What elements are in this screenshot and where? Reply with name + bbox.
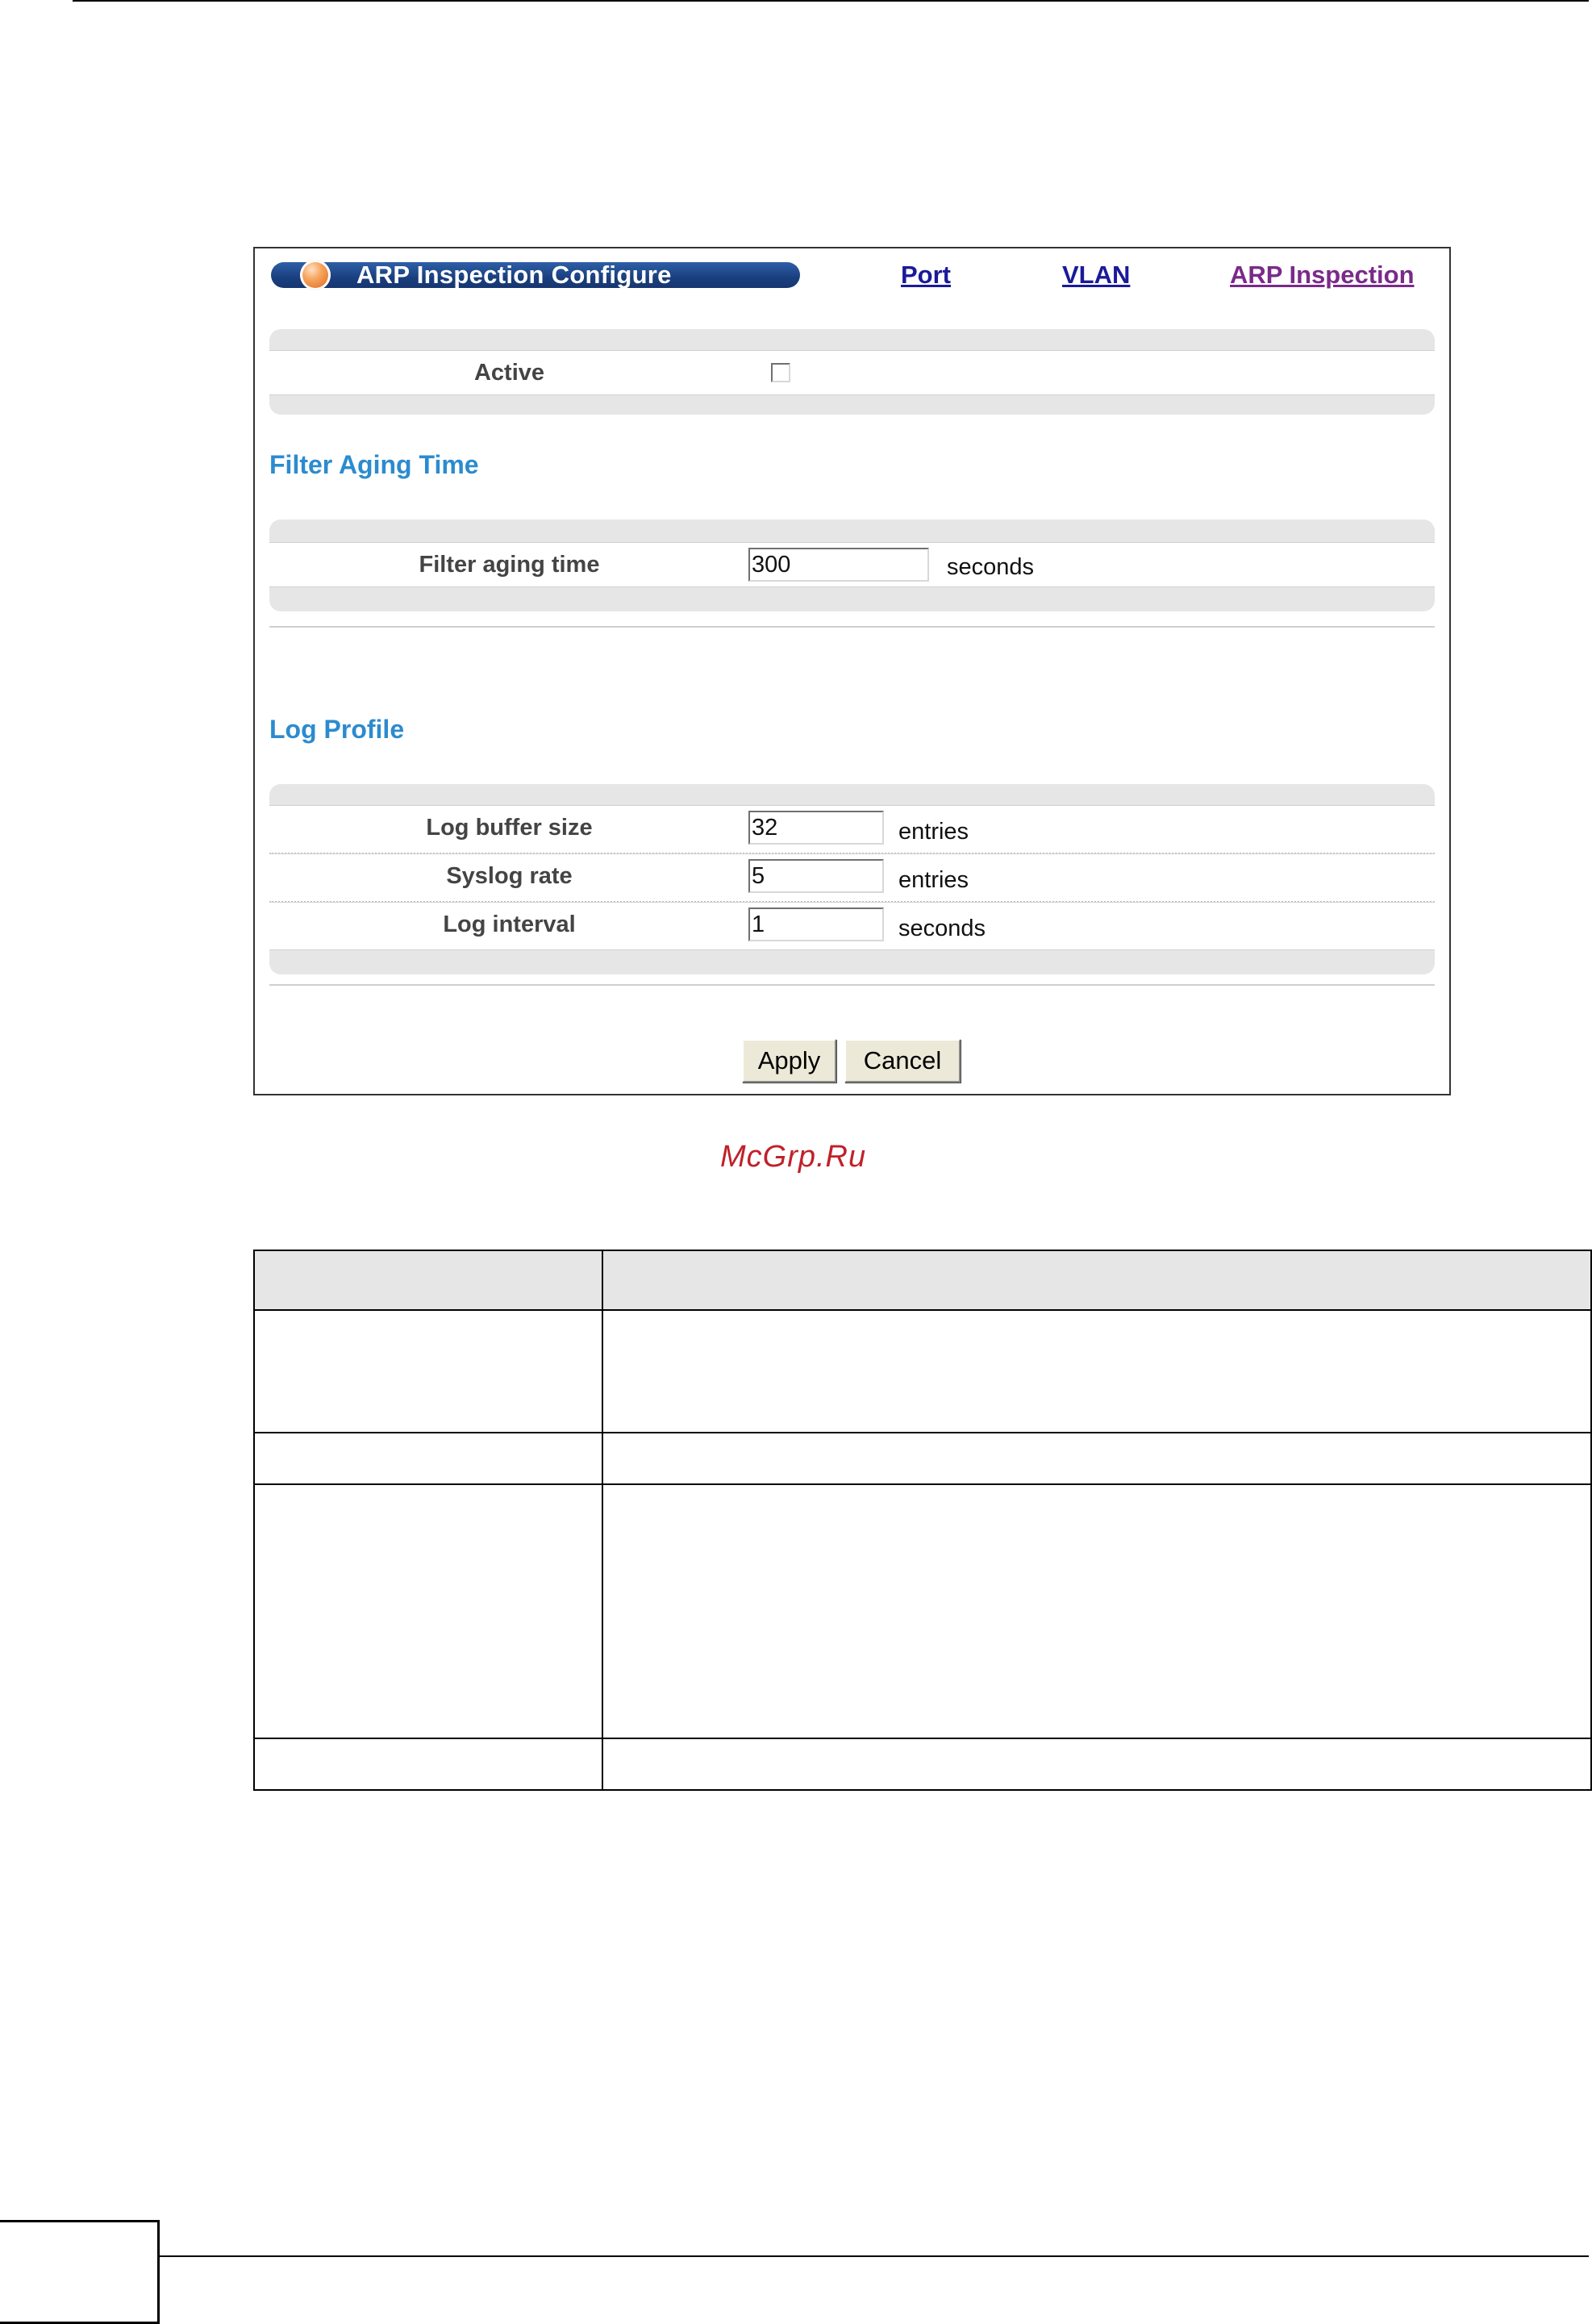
table-header-cell bbox=[253, 1250, 603, 1311]
filter-aging-row: Filter aging time seconds bbox=[269, 542, 1435, 587]
screen-title: ARP Inspection Configure bbox=[356, 261, 672, 289]
table-cell bbox=[253, 1738, 603, 1791]
log-interval-input[interactable] bbox=[748, 907, 884, 941]
filter-aging-label: Filter aging time bbox=[419, 552, 600, 578]
section-divider bbox=[269, 626, 1435, 628]
nav-link-port[interactable]: Port bbox=[901, 261, 951, 290]
syslog-rate-row: Syslog rate entries bbox=[269, 853, 1435, 903]
log-profile-panel: Log buffer size entries Syslog rate entr… bbox=[269, 784, 1435, 974]
table-cell bbox=[602, 1738, 1592, 1791]
table-row bbox=[253, 1483, 1592, 1739]
active-label: Active bbox=[473, 360, 545, 386]
filter-aging-section-title: Filter Aging Time bbox=[269, 450, 479, 479]
top-rule bbox=[73, 0, 1589, 2]
active-panel: Active bbox=[269, 329, 1435, 415]
bottom-divider bbox=[269, 984, 1435, 986]
log-interval-unit: seconds bbox=[898, 916, 986, 941]
table-row bbox=[253, 1738, 1592, 1791]
apply-button[interactable]: Apply bbox=[742, 1039, 836, 1083]
page-number-box bbox=[0, 2220, 160, 2324]
active-row: Active bbox=[269, 350, 1435, 395]
table-cell bbox=[602, 1483, 1592, 1739]
syslog-rate-unit: entries bbox=[898, 867, 969, 893]
cancel-button[interactable]: Cancel bbox=[844, 1039, 961, 1083]
table-header-row bbox=[253, 1250, 1592, 1311]
orb-icon bbox=[300, 260, 331, 290]
nav-link-arp-inspection[interactable]: ARP Inspection bbox=[1230, 261, 1415, 290]
table-header-cell bbox=[602, 1250, 1592, 1311]
table-cell bbox=[253, 1483, 603, 1739]
log-buffer-size-row: Log buffer size entries bbox=[269, 805, 1435, 854]
log-profile-section-title: Log Profile bbox=[269, 715, 405, 744]
footer-rule bbox=[160, 2255, 1589, 2257]
log-buffer-size-label: Log buffer size bbox=[426, 815, 593, 841]
log-interval-row: Log interval seconds bbox=[269, 902, 1435, 950]
table-row bbox=[253, 1309, 1592, 1433]
filter-aging-time-input[interactable] bbox=[748, 548, 929, 582]
table-cell bbox=[602, 1432, 1592, 1485]
table-row bbox=[253, 1432, 1592, 1485]
nav-link-vlan[interactable]: VLAN bbox=[1062, 261, 1130, 290]
table-cell bbox=[253, 1432, 603, 1485]
log-buffer-size-unit: entries bbox=[898, 819, 969, 845]
watermark: McGrp.Ru bbox=[720, 1140, 867, 1174]
table-cell bbox=[602, 1309, 1592, 1433]
log-buffer-size-input[interactable] bbox=[748, 811, 884, 845]
syslog-rate-label: Syslog rate bbox=[446, 863, 573, 889]
active-checkbox[interactable] bbox=[771, 363, 790, 382]
arp-inspection-configure-screen: ARP Inspection Configure Port VLAN ARP I… bbox=[253, 247, 1451, 1095]
filter-aging-unit: seconds bbox=[947, 554, 1035, 580]
description-table bbox=[253, 1250, 1592, 1791]
log-interval-label: Log interval bbox=[443, 912, 576, 937]
filter-aging-panel: Filter aging time seconds bbox=[269, 519, 1435, 611]
screen-title-bar: ARP Inspection Configure bbox=[271, 260, 800, 290]
syslog-rate-input[interactable] bbox=[748, 859, 884, 893]
table-cell bbox=[253, 1309, 603, 1433]
